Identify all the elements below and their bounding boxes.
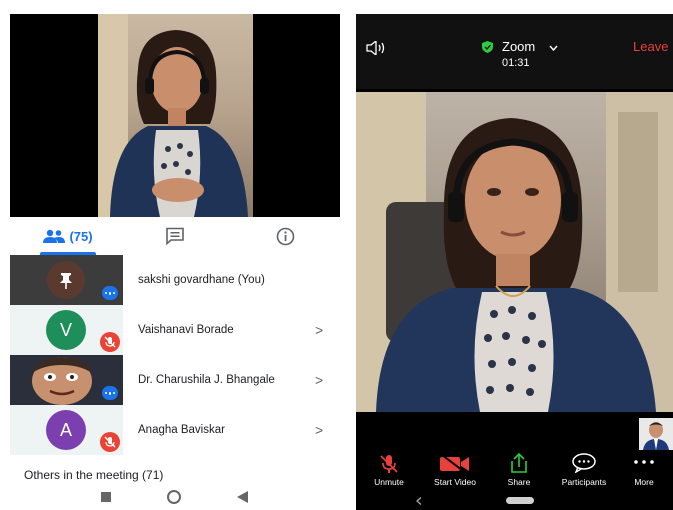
chevron-down-icon[interactable]	[549, 45, 558, 51]
participant-tile: V	[10, 305, 123, 355]
home-nav-icon[interactable]	[167, 490, 181, 504]
meet-tab-bar: (75)	[10, 217, 340, 256]
others-section-label: Others in the meeting (71)	[24, 468, 164, 482]
share-button[interactable]: Share	[488, 450, 550, 492]
android-nav-bar	[10, 486, 340, 510]
chevron-right-icon[interactable]: >	[315, 355, 323, 405]
speaking-indicator	[102, 386, 118, 400]
home-nav-icon[interactable]	[506, 497, 534, 504]
people-icon	[43, 229, 66, 243]
unmute-button[interactable]: Unmute	[358, 450, 420, 492]
share-label: Share	[507, 477, 531, 487]
recents-nav-icon[interactable]	[101, 492, 111, 502]
meeting-title[interactable]: Zoom	[502, 39, 535, 54]
tab-people[interactable]: (75)	[28, 217, 108, 255]
participant-name: Dr. Charushila J. Bhangale	[138, 374, 275, 386]
more-button[interactable]: More	[618, 450, 670, 492]
speaker-figure	[356, 92, 673, 412]
start-video-label: Start Video	[434, 477, 476, 487]
avatar: V	[46, 310, 86, 350]
participants-label: Participants	[561, 477, 607, 487]
zoom-toolbar: Unmute Start Video Share Participants Mo…	[356, 450, 673, 492]
pin-icon	[60, 273, 72, 289]
more-label: More	[634, 477, 654, 487]
participants-button[interactable]: Participants	[553, 450, 615, 492]
tab-chat[interactable]	[145, 217, 205, 255]
participant-tile	[10, 355, 123, 405]
unmute-label: Unmute	[374, 477, 404, 487]
zoom-screen: Zoom 01:31 Leave Unmute Start Video Shar…	[356, 14, 673, 510]
android-nav-bar	[356, 492, 673, 510]
participant-tile: A	[10, 405, 123, 455]
participant-name: Anagha Baviskar	[138, 424, 225, 436]
tab-info[interactable]	[255, 217, 315, 255]
speaker-icon[interactable]	[366, 41, 388, 55]
self-view-thumbnail[interactable]	[639, 418, 673, 450]
participant-row[interactable]: V Vaishanavi Borade >	[10, 305, 340, 355]
participant-row[interactable]: A Anagha Baviskar >	[10, 405, 340, 455]
zoom-top-bar: Zoom 01:31 Leave	[356, 14, 673, 89]
chat-bubble-icon	[572, 453, 596, 473]
meet-main-video[interactable]	[10, 14, 340, 217]
participant-row[interactable]: sakshi govardhane (You)	[10, 255, 340, 305]
chevron-right-icon[interactable]: >	[315, 405, 323, 455]
shield-icon	[482, 41, 493, 53]
people-count: (75)	[69, 228, 93, 244]
zoom-main-video[interactable]	[356, 92, 673, 412]
mic-off-icon	[380, 455, 398, 473]
back-nav-icon[interactable]	[416, 497, 422, 505]
back-nav-icon[interactable]	[237, 491, 248, 503]
mic-off-icon	[100, 332, 120, 352]
avatar	[47, 261, 85, 299]
more-icon	[634, 460, 654, 464]
participant-name: sakshi govardhane (You)	[138, 274, 265, 286]
share-icon	[511, 452, 527, 473]
speaker-video-frame	[98, 14, 253, 217]
participant-row[interactable]: Dr. Charushila J. Bhangale >	[10, 355, 340, 405]
participant-name: Vaishanavi Borade	[138, 324, 234, 336]
meeting-timer: 01:31	[502, 57, 530, 69]
speaker-figure	[110, 30, 248, 217]
meet-screen: (75) sakshi govardhane (You) V Vaishanav…	[10, 14, 340, 510]
participant-tile	[10, 255, 123, 305]
avatar: A	[46, 410, 86, 450]
info-icon	[276, 227, 294, 245]
start-video-button[interactable]: Start Video	[424, 450, 486, 492]
chevron-right-icon[interactable]: >	[315, 305, 323, 355]
chat-icon	[166, 227, 184, 245]
speaking-indicator	[102, 286, 118, 300]
mic-off-icon	[100, 432, 120, 452]
video-off-icon	[440, 455, 469, 473]
leave-button[interactable]: Leave	[633, 39, 668, 54]
